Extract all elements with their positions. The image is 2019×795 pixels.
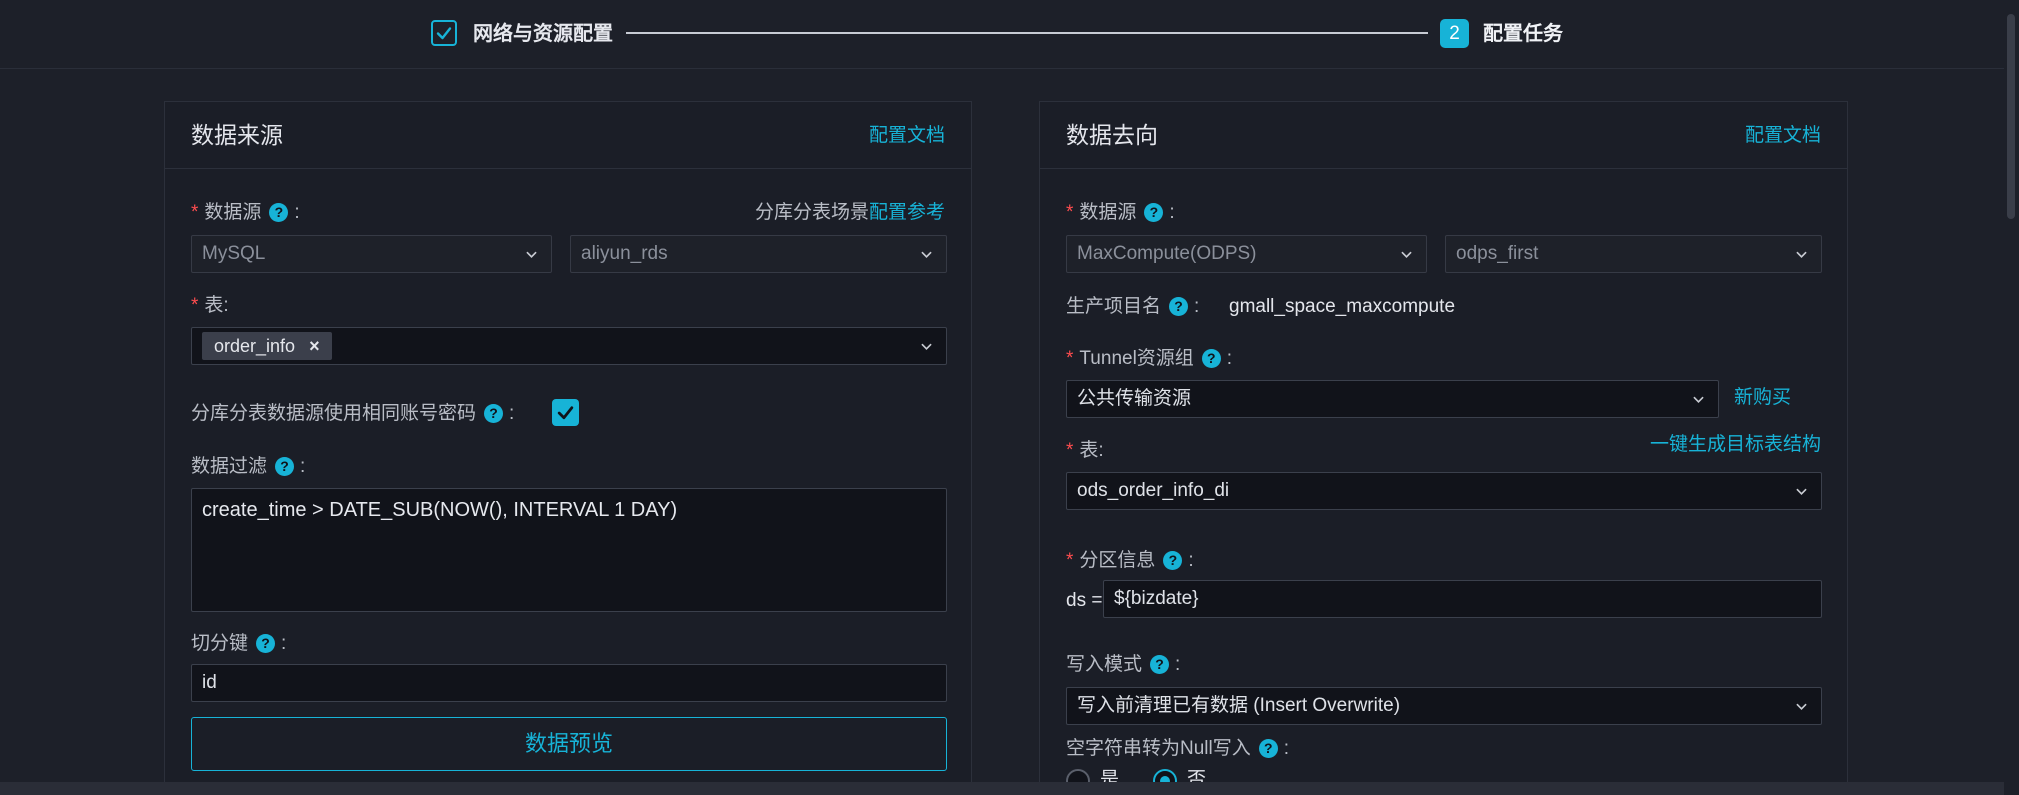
source-doc-link[interactable]: 配置文档 [869, 123, 945, 149]
generate-table-link[interactable]: 一键生成目标表结构 [1650, 432, 1821, 458]
dest-doc-link[interactable]: 配置文档 [1745, 123, 1821, 149]
write-mode-select[interactable]: 写入前清理已有数据 (Insert Overwrite) [1066, 687, 1822, 725]
help-icon[interactable]: ? [1163, 551, 1183, 570]
check-icon [557, 406, 574, 420]
partition-label: * 分区信息?: [1066, 550, 1194, 571]
dest-datasource-type-select[interactable]: MaxCompute(ODPS) [1066, 235, 1427, 273]
step1-check-icon [431, 20, 457, 46]
step2-label: 配置任务 [1483, 23, 1563, 45]
sharding-reference-link[interactable]: 配置参考 [869, 202, 945, 223]
filter-label: 数据过滤?: [191, 456, 306, 477]
source-panel: 数据来源 配置文档 * 数据源?: 分库分表场景配置参考 MySQL aliyun… [164, 101, 972, 795]
partition-input[interactable]: ${bizdate} [1103, 580, 1822, 618]
step1-label[interactable]: 网络与资源配置 [473, 20, 613, 48]
chevron-down-icon [1796, 488, 1807, 495]
help-icon[interactable]: ? [1144, 203, 1164, 222]
split-key-label: 切分键?: [191, 633, 287, 654]
tunnel-label: * Tunnel资源组?: [1066, 348, 1233, 369]
project-label: 生产项目名?: [1066, 296, 1200, 317]
buy-new-link[interactable]: 新购买 [1734, 385, 1791, 411]
chevron-down-icon [1796, 251, 1807, 258]
same-account-checkbox[interactable] [552, 399, 579, 426]
required-mark: * [191, 202, 199, 223]
required-mark: * [1066, 348, 1074, 369]
help-icon[interactable]: ? [1169, 297, 1189, 316]
dest-table-label: * 表: [1066, 440, 1104, 461]
source-datasource-label: * 数据源?: [191, 202, 300, 223]
chevron-down-icon [1401, 251, 1412, 258]
dest-panel: 数据去向 配置文档 * 数据源?: MaxCompute(ODPS) odps_f… [1039, 101, 1848, 795]
help-icon[interactable]: ? [1150, 655, 1170, 674]
source-table-select[interactable]: order_info × [191, 327, 947, 365]
project-value: gmall_space_maxcompute [1229, 296, 1456, 317]
chevron-down-icon [1693, 396, 1704, 403]
table-tag: order_info × [202, 332, 332, 360]
help-icon[interactable]: ? [1201, 349, 1221, 368]
split-key-input[interactable]: id [191, 664, 947, 702]
source-datasource-type-select[interactable]: MySQL [191, 235, 552, 273]
source-title: 数据来源 [191, 122, 283, 148]
help-icon[interactable]: ? [484, 404, 504, 423]
tunnel-select[interactable]: 公共传输资源 [1066, 380, 1719, 418]
source-panel-header: 数据来源 配置文档 [165, 102, 971, 169]
chevron-down-icon [526, 251, 537, 258]
step-connector [626, 32, 1428, 34]
source-datasource-name-select[interactable]: aliyun_rds [570, 235, 947, 273]
required-mark: * [1066, 202, 1074, 223]
required-mark: * [191, 295, 199, 316]
sharding-hint: 分库分表场景配置参考 [754, 202, 945, 223]
data-preview-button[interactable]: 数据预览 [191, 717, 947, 771]
bottom-bar [0, 782, 2019, 795]
dest-datasource-name-select[interactable]: odps_first [1445, 235, 1822, 273]
stepper: 网络与资源配置 2 配置任务 [0, 0, 2019, 69]
null-write-label: 空字符串转为Null写入?: [1066, 738, 1290, 759]
chevron-down-icon [921, 251, 932, 258]
dest-table-select[interactable]: ods_order_info_di [1066, 472, 1822, 510]
chevron-down-icon [1796, 703, 1807, 710]
tag-close-icon[interactable]: × [309, 336, 320, 356]
required-mark: * [1066, 440, 1074, 461]
help-icon[interactable]: ? [1258, 739, 1278, 758]
required-mark: * [1066, 550, 1074, 571]
write-mode-label: 写入模式?: [1066, 654, 1181, 675]
step2-number: 2 [1440, 19, 1469, 48]
chevron-down-icon [921, 343, 932, 350]
dest-panel-header: 数据去向 配置文档 [1040, 102, 1847, 169]
dest-datasource-label: * 数据源?: [1066, 202, 1175, 223]
help-icon[interactable]: ? [256, 634, 276, 653]
source-table-label: * 表: [191, 295, 229, 316]
filter-textarea[interactable]: create_time > DATE_SUB(NOW(), INTERVAL 1… [191, 488, 947, 612]
same-account-label: 分库分表数据源使用相同账号密码?: [191, 403, 515, 424]
partition-prefix: ds = [1066, 590, 1103, 611]
help-icon[interactable]: ? [275, 457, 295, 476]
help-icon[interactable]: ? [269, 203, 289, 222]
scrollbar-thumb[interactable] [2007, 14, 2015, 219]
dest-title: 数据去向 [1066, 122, 1158, 148]
